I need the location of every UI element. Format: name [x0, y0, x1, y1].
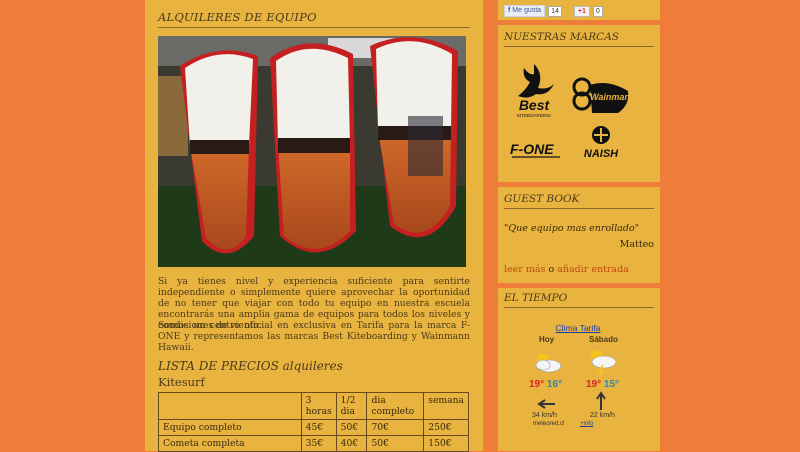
page-title: ALQUILERES DE EQUIPO — [158, 10, 470, 28]
wainmann-logo[interactable]: Wainman — [572, 73, 632, 122]
min-temp-today: 16° — [546, 379, 563, 390]
brands-panel: NUESTRAS MARCAS Best KITEBOARDING Wainma… — [498, 25, 660, 182]
social-buttons: f Me gusta 14 +1 0 — [504, 5, 603, 17]
naish-logo[interactable]: NAISH — [572, 125, 630, 165]
table-cell: 250€ — [423, 419, 469, 436]
social-panel: f Me gusta 14 +1 0 — [498, 0, 660, 20]
guestbook-links: leer más o añadir entrada — [504, 264, 629, 275]
like-count: 14 — [548, 5, 562, 17]
partly-cloudy-icon — [529, 349, 563, 380]
table-cell: Cometa completa — [158, 435, 302, 452]
max-temp-today: 19° — [529, 379, 545, 390]
table-cell: 50€ — [335, 419, 368, 436]
brands-paragraph: Somos un centro oficial en exclusiva en … — [158, 320, 470, 353]
table-cell: Equipo completo — [158, 419, 302, 436]
weather-link[interactable]: Clima Tarifa — [523, 323, 633, 333]
temps-today: 19° 16° — [529, 379, 562, 390]
svg-text:NAISH: NAISH — [584, 148, 619, 160]
guestbook-author: Matteo — [619, 239, 654, 250]
table-header-row: 3 horas 1/2 dia dia completo semana — [158, 392, 469, 420]
like-label: Me gusta — [512, 7, 542, 14]
weather-footer: meteored.cl +info — [533, 421, 593, 427]
svg-text:F-ONE: F-ONE — [510, 141, 554, 157]
wind-today: 34 km/h — [532, 412, 557, 419]
max-temp-saturday: 19° — [586, 379, 602, 390]
prices-title: LISTA DE PRECIOS alquileres — [158, 359, 343, 373]
table-cell: 35€ — [300, 435, 337, 452]
add-entry-link[interactable]: añadir entrada — [557, 264, 629, 275]
table-cell: 150€ — [423, 435, 469, 452]
table-cell: 40€ — [335, 435, 368, 452]
weather-title: EL TIEMPO — [504, 292, 654, 308]
fone-logo[interactable]: F-ONE — [508, 140, 564, 166]
google-plus-button[interactable]: +1 — [573, 5, 590, 17]
table-header: 1/2 dia — [335, 392, 368, 420]
table-row: Equipo completo 45€ 50€ 70€ 250€ — [158, 419, 469, 436]
table-header: semana — [423, 392, 469, 420]
or-text: o — [548, 264, 555, 275]
wind-saturday: 22 km/h — [590, 412, 615, 419]
plus-label: +1 — [577, 7, 586, 15]
table-row: Cometa completa 35€ 40€ 50€ 150€ — [158, 435, 469, 452]
facebook-like-button[interactable]: f Me gusta — [504, 5, 546, 17]
storm-icon — [585, 347, 619, 382]
svg-text:KITEBOARDING: KITEBOARDING — [517, 113, 552, 118]
table-header: 3 horas — [300, 392, 337, 420]
best-kiteboarding-logo[interactable]: Best KITEBOARDING — [508, 60, 560, 122]
guestbook-panel: GUEST BOOK "Que equipo mas enrollado" Ma… — [498, 187, 660, 283]
weather-source: meteored.cl — [533, 421, 565, 427]
plus-count: 0 — [592, 5, 603, 17]
temps-saturday: 19° 15° — [586, 379, 619, 390]
guestbook-quote: "Que equipo mas enrollado" — [504, 223, 640, 234]
paddleboards-photo — [158, 36, 466, 267]
prices-subtitle: Kitesurf — [158, 375, 205, 389]
min-temp-saturday: 15° — [603, 379, 620, 390]
table-cell: 50€ — [366, 435, 425, 452]
guestbook-title: GUEST BOOK — [504, 193, 654, 209]
weather-info-link[interactable]: +info — [580, 421, 593, 427]
day-label-saturday: Sábado — [589, 335, 618, 344]
svg-text:Wainman: Wainman — [590, 92, 630, 102]
table-header — [158, 392, 302, 420]
weather-widget: Clima Tarifa Hoy Sábado 19° 16° 19° 15° — [523, 323, 633, 427]
table-header: dia completo — [366, 392, 425, 420]
brands-title: NUESTRAS MARCAS — [504, 31, 654, 47]
weather-panel: EL TIEMPO Clima Tarifa Hoy Sábado 19° 16… — [498, 288, 660, 451]
table-cell: 70€ — [366, 419, 425, 436]
table-cell: 45€ — [300, 419, 337, 436]
read-more-link[interactable]: leer más — [504, 264, 545, 275]
svg-text:Best: Best — [519, 97, 551, 113]
main-content: ALQUILERES DE EQUIPO Si ya tienes nivel … — [145, 0, 483, 452]
day-label-today: Hoy — [539, 335, 555, 344]
prices-table: 3 horas 1/2 dia dia completo semana Equi… — [158, 392, 469, 452]
